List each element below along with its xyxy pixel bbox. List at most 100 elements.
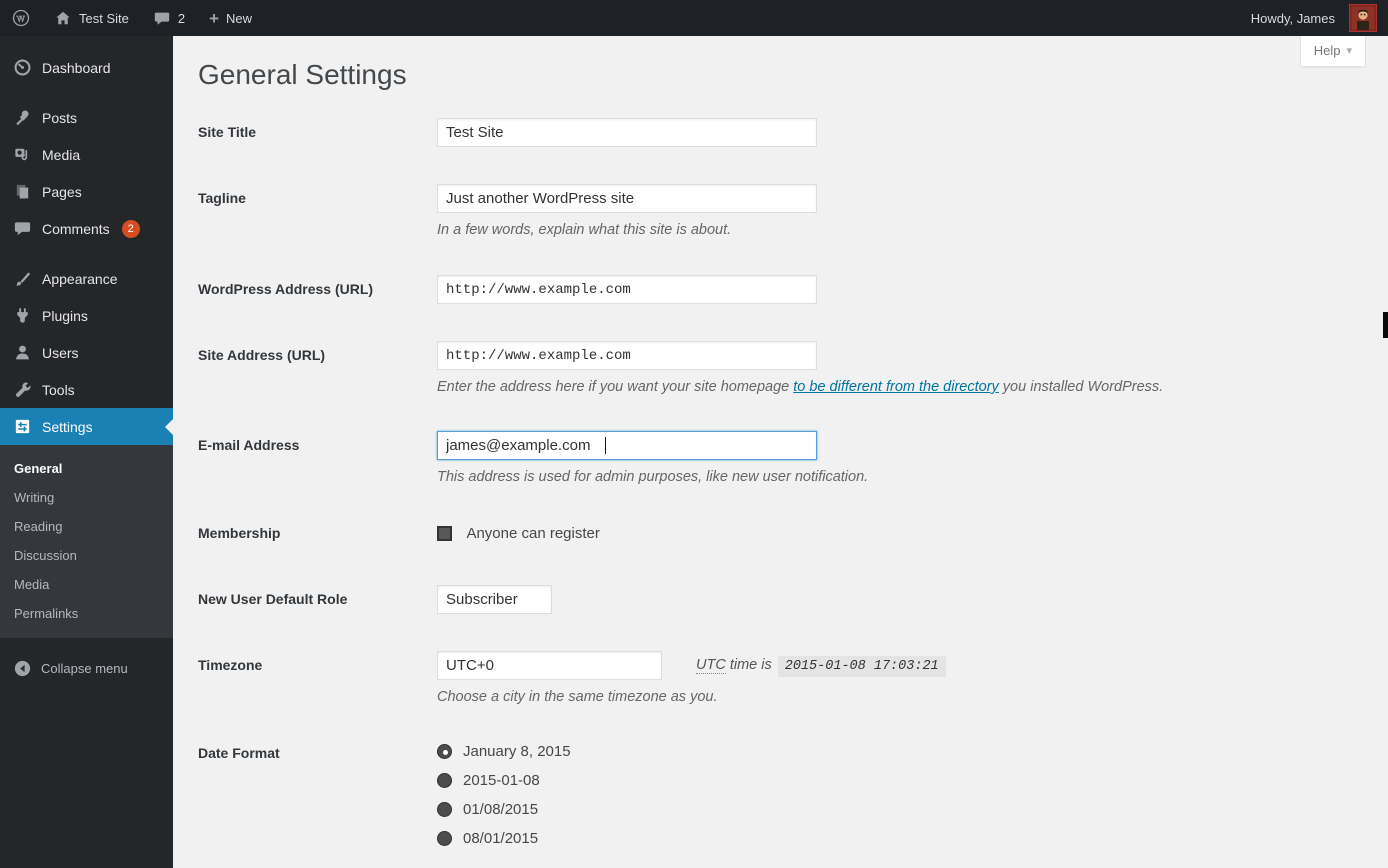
site-title-label: Site Title [198, 118, 437, 140]
radio-icon[interactable] [437, 773, 452, 788]
membership-checkbox[interactable] [437, 526, 452, 541]
comments-shortcut[interactable]: 2 [141, 0, 197, 36]
wordpress-logo-menu[interactable] [0, 0, 42, 36]
admin-sidebar: Dashboard Posts Media Pages Comments 2 [0, 36, 173, 868]
date-format-option-4[interactable]: 08/01/2015 [437, 830, 1388, 847]
utc-time-value: 2015-01-08 17:03:21 [778, 656, 946, 677]
sidebar-item-tools[interactable]: Tools [0, 371, 173, 408]
sidebar-item-posts[interactable]: Posts [0, 99, 173, 136]
email-address-label: E-mail Address [198, 431, 437, 453]
radio-icon[interactable] [437, 831, 452, 846]
sidebar-item-label: Media [42, 147, 80, 163]
submenu-item-media[interactable]: Media [0, 570, 173, 599]
active-menu-notch [165, 419, 173, 435]
admin-bar: Test Site 2 + New Howdy, James [0, 0, 1388, 36]
new-label: New [226, 11, 252, 26]
media-icon [13, 145, 32, 164]
wordpress-address-input[interactable] [437, 275, 817, 304]
sidebar-item-label: Dashboard [42, 60, 111, 76]
timezone-description: Choose a city in the same timezone as yo… [437, 689, 1388, 705]
submenu-item-reading[interactable]: Reading [0, 512, 173, 541]
page-title: General Settings [173, 36, 1388, 92]
sidebar-item-settings[interactable]: Settings [0, 408, 173, 445]
site-address-input[interactable] [437, 341, 817, 370]
site-address-desc-prefix: Enter the address here if you want your … [437, 379, 793, 395]
timezone-value: UTC+0 [446, 657, 494, 674]
sidebar-item-label: Plugins [42, 308, 88, 324]
date-format-option-label: 2015-01-08 [463, 772, 540, 789]
radio-icon[interactable] [437, 802, 452, 817]
sidebar-item-plugins[interactable]: Plugins [0, 297, 173, 334]
sidebar-item-dashboard[interactable]: Dashboard [0, 49, 173, 86]
submenu-item-permalinks[interactable]: Permalinks [0, 599, 173, 628]
paintbrush-icon [13, 269, 32, 288]
site-menu[interactable]: Test Site [42, 0, 141, 36]
tagline-label: Tagline [198, 184, 437, 206]
date-format-option-2[interactable]: 2015-01-08 [437, 772, 1388, 789]
sidebar-item-label: Comments [42, 221, 110, 237]
help-label: Help [1314, 43, 1341, 58]
comment-bubble-icon [153, 9, 171, 27]
pushpin-icon [13, 108, 32, 127]
date-format-option-label: 01/08/2015 [463, 801, 538, 818]
comments-count: 2 [178, 11, 185, 26]
membership-label: Membership [198, 525, 437, 541]
default-role-label: New User Default Role [198, 585, 437, 607]
site-address-label: Site Address (URL) [198, 341, 437, 363]
utc-abbr: UTC [696, 657, 726, 674]
submenu-item-general[interactable]: General [0, 454, 173, 483]
pages-icon [13, 182, 32, 201]
default-role-select[interactable]: Subscriber [437, 585, 552, 614]
sidebar-item-label: Posts [42, 110, 77, 126]
sidebar-item-label: Tools [42, 382, 75, 398]
site-title-input[interactable] [437, 118, 817, 147]
sidebar-item-users[interactable]: Users [0, 334, 173, 371]
timezone-select[interactable]: UTC+0 [437, 651, 662, 680]
sidebar-item-label: Appearance [42, 271, 118, 287]
utc-time-text: time is [726, 657, 772, 673]
submenu-item-discussion[interactable]: Discussion [0, 541, 173, 570]
site-name-link: Test Site [79, 11, 129, 26]
sidebar-item-comments[interactable]: Comments 2 [0, 210, 173, 247]
howdy-text: Howdy, James [1251, 11, 1335, 26]
radio-selected-icon[interactable] [437, 744, 452, 759]
account-menu[interactable]: Howdy, James [1239, 0, 1388, 36]
email-description: This address is used for admin purposes,… [437, 469, 1388, 485]
settings-sliders-icon [13, 417, 32, 436]
avatar [1350, 5, 1376, 31]
date-format-option-3[interactable]: 01/08/2015 [437, 801, 1388, 818]
date-format-option-label: 08/01/2015 [463, 830, 538, 847]
user-icon [13, 343, 32, 362]
help-tab[interactable]: Help ▾ [1300, 36, 1366, 67]
site-address-description: Enter the address here if you want your … [437, 379, 1388, 395]
sidebar-item-label: Pages [42, 184, 82, 200]
settings-submenu: General Writing Reading Discussion Media… [0, 445, 173, 638]
comments-badge: 2 [122, 220, 140, 238]
membership-checkbox-label: Anyone can register [466, 525, 599, 542]
collapse-menu-label: Collapse menu [41, 661, 128, 676]
plus-icon: + [209, 10, 219, 27]
utc-time-note: UTC time is 2015-01-08 17:03:21 [696, 657, 946, 674]
date-format-option-label: January 8, 2015 [463, 743, 571, 760]
sidebar-item-label: Users [42, 345, 79, 361]
new-content-menu[interactable]: + New [197, 0, 264, 36]
mouse-cursor [1383, 312, 1388, 338]
different-directory-link[interactable]: to be different from the directory [793, 379, 999, 395]
home-icon [54, 9, 72, 27]
timezone-label: Timezone [198, 651, 437, 673]
general-settings-form: Site Title Tagline In a few words, expla… [198, 118, 1388, 859]
sidebar-item-media[interactable]: Media [0, 136, 173, 173]
comments-icon [13, 219, 32, 238]
wordpress-logo-icon [12, 9, 30, 27]
sidebar-item-pages[interactable]: Pages [0, 173, 173, 210]
tagline-input[interactable] [437, 184, 817, 213]
date-format-option-1[interactable]: January 8, 2015 [437, 743, 1388, 760]
submenu-item-writing[interactable]: Writing [0, 483, 173, 512]
tagline-description: In a few words, explain what this site i… [437, 222, 1388, 238]
collapse-arrow-icon [13, 659, 32, 678]
sidebar-item-appearance[interactable]: Appearance [0, 260, 173, 297]
caret-down-icon: ▾ [1346, 44, 1352, 57]
wrench-icon [13, 380, 32, 399]
email-address-input[interactable] [437, 431, 817, 460]
collapse-menu-button[interactable]: Collapse menu [0, 651, 173, 686]
